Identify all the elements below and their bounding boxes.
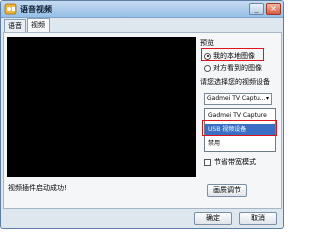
plugin-status-text: 视频插件启动成功! — [8, 184, 67, 192]
quality-settings-button[interactable]: 画质调节 — [207, 184, 247, 197]
radio-remote-label: 对方看到的图像 — [213, 64, 262, 72]
device-select[interactable]: Gadmei TV Captu... ▾ — [204, 93, 272, 105]
title-bar[interactable]: 语音视频 _ × — [1, 1, 283, 18]
app-logo-icon — [4, 3, 17, 15]
close-button[interactable]: × — [266, 3, 281, 15]
cancel-button[interactable]: 取消 — [239, 212, 277, 225]
checkbox-label: 节省带宽模式 — [214, 158, 256, 166]
tab-video[interactable]: 视频 — [27, 18, 50, 32]
ok-button[interactable]: 确定 — [194, 212, 232, 225]
bandwidth-saving-checkbox[interactable]: 节省带宽模式 — [204, 157, 256, 167]
video-tab-panel: 视频插件启动成功! 预览 我的本地图像 对方看到的图像 请您选择您的视频设备 G… — [3, 32, 282, 209]
highlight-box-usb-option — [202, 120, 277, 136]
dropdown-option-disable[interactable]: 禁用 — [205, 138, 275, 149]
voice-video-window: 语音视频 _ × 语音 视频 视频插件启动成功! 预览 我的本地图像 对方看到的… — [0, 0, 284, 229]
tab-voice[interactable]: 语音 — [4, 19, 26, 32]
device-select-value: Gadmei TV Captu... — [207, 95, 266, 102]
radio-remote-image[interactable]: 对方看到的图像 — [204, 63, 262, 73]
checkbox-box — [204, 158, 211, 166]
chevron-down-icon: ▾ — [265, 95, 269, 102]
device-label: 请您选择您的视频设备 — [200, 78, 270, 86]
highlight-box-local-image — [201, 48, 264, 61]
video-preview-area — [7, 37, 196, 177]
preview-label: 预览 — [200, 39, 214, 47]
radio-unselected-indicator — [204, 64, 211, 72]
minimize-button[interactable]: _ — [249, 3, 264, 15]
window-title: 语音视频 — [20, 5, 52, 14]
